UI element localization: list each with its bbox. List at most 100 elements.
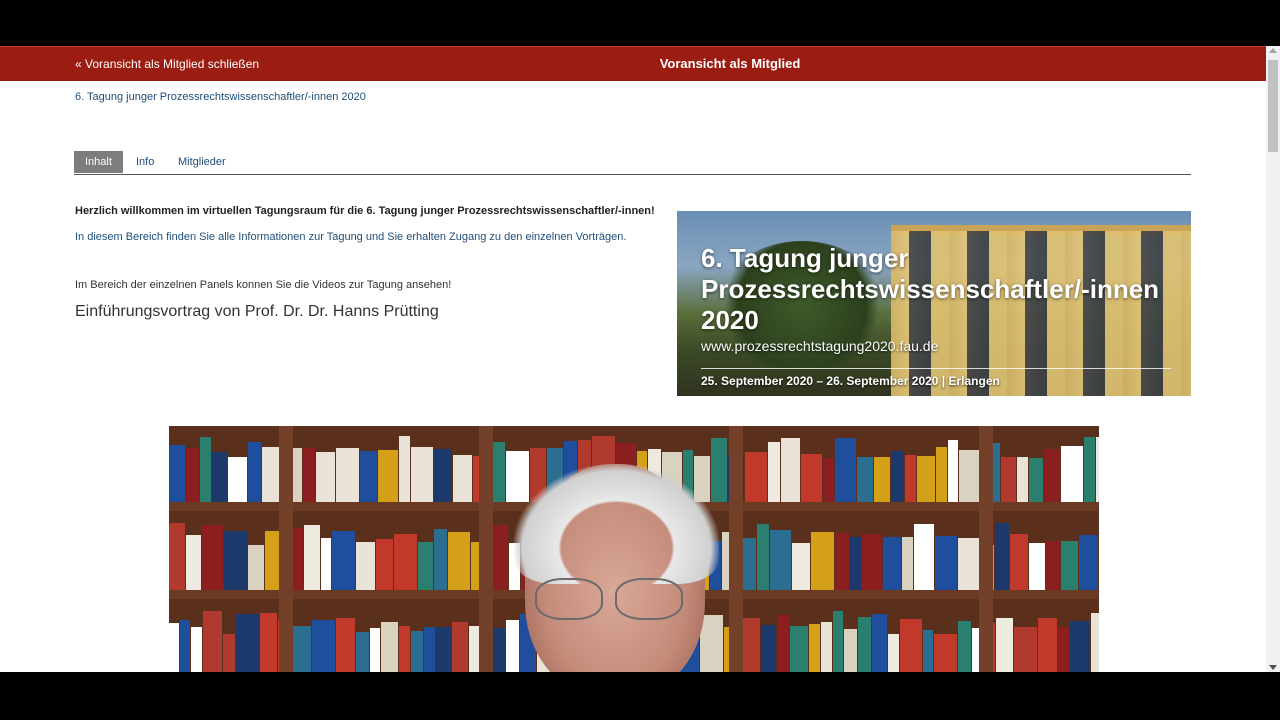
book-spine [411, 631, 423, 672]
book-spine [336, 448, 359, 502]
speaker-glasses [535, 578, 685, 620]
book-spine [200, 437, 211, 502]
intro-text: In diesem Bereich finden Sie alle Inform… [75, 231, 627, 243]
book-spine [700, 615, 723, 672]
book-spine [1091, 613, 1099, 672]
breadcrumb[interactable]: 6. Tagung junger Prozessrechtswissenscha… [75, 91, 366, 103]
book-spine [312, 620, 335, 672]
book-spine [236, 614, 259, 672]
book-spine [858, 617, 871, 672]
scroll-down-arrow-icon[interactable] [1269, 665, 1277, 670]
book-spine [790, 626, 808, 672]
book-spine [448, 532, 470, 590]
book-spine [180, 620, 190, 672]
book-spine [761, 625, 776, 672]
book-spine [248, 442, 261, 502]
book-spine [935, 536, 957, 590]
book-spine [360, 451, 377, 502]
book-spine [996, 618, 1013, 672]
shelf-post [729, 426, 743, 672]
book-spine [745, 452, 767, 502]
book-spine [224, 531, 247, 590]
book-spine [809, 624, 820, 672]
lecture-video[interactable] [169, 426, 1099, 672]
book-spine [1010, 534, 1028, 590]
book-spine [336, 618, 355, 672]
book-spine [434, 529, 447, 590]
book-spine [743, 538, 756, 590]
book-spine [948, 440, 958, 502]
book-spine [995, 523, 1009, 590]
book-spine [844, 629, 857, 672]
book-spine [900, 619, 922, 672]
book-spine [905, 455, 916, 502]
book-spine [303, 448, 315, 502]
book-spine [453, 455, 472, 502]
book-spine [399, 436, 410, 502]
book-spine [186, 448, 199, 502]
book-spine [862, 534, 882, 590]
book-spine [356, 542, 375, 590]
book-spine [891, 451, 904, 502]
book-spine [821, 622, 832, 672]
book-spine [835, 438, 856, 502]
book-spine [934, 634, 957, 672]
book-spine [212, 452, 227, 502]
book-spine [857, 457, 873, 502]
book-spine [321, 538, 331, 590]
book-spine [959, 450, 979, 502]
tab-inhalt[interactable]: Inhalt [74, 151, 123, 173]
book-spine [186, 535, 201, 590]
scrollbar-thumb[interactable] [1268, 60, 1278, 152]
book-spine [169, 523, 185, 590]
book-spine [917, 456, 935, 502]
tab-bar: Inhalt Info Mitglieder [74, 151, 1191, 175]
preview-title: Voransicht als Mitglied [659, 56, 801, 71]
book-spine [777, 615, 789, 672]
book-spine [169, 623, 179, 672]
book-spine [1029, 543, 1045, 590]
book-spine [381, 622, 398, 672]
book-spine [874, 457, 890, 502]
book-spine [169, 445, 185, 502]
tab-info[interactable]: Info [125, 151, 165, 173]
book-spine [370, 628, 380, 672]
book-spine [923, 630, 933, 672]
book-spine [506, 620, 519, 672]
book-spine [1061, 541, 1078, 590]
book-spine [781, 438, 800, 502]
book-spine [914, 524, 934, 590]
book-spine [958, 621, 971, 672]
book-spine [452, 622, 468, 672]
book-spine [304, 525, 320, 590]
book-spine [1084, 437, 1095, 502]
book-spine [958, 538, 980, 590]
conference-banner-image: 6. Tagung junger Prozessrechtswissenscha… [677, 211, 1191, 396]
book-spine [424, 627, 435, 672]
book-spine [356, 632, 369, 672]
book-spine [850, 537, 861, 590]
book-spine [888, 634, 899, 672]
book-spine [833, 611, 843, 672]
book-spine [394, 534, 417, 590]
book-spine [902, 537, 913, 590]
scroll-up-arrow-icon[interactable] [1269, 48, 1277, 53]
book-spine [223, 634, 235, 672]
book-spine [399, 626, 410, 672]
book-spine [293, 626, 311, 672]
page-viewport: « Voransicht als Mitglied schließen Vora… [0, 46, 1266, 672]
book-spine [316, 452, 335, 502]
speaker-hair [514, 464, 719, 584]
book-spine [411, 447, 433, 502]
book-spine [1029, 458, 1043, 502]
vertical-scrollbar[interactable] [1266, 46, 1280, 672]
book-spine [1096, 437, 1099, 502]
book-spine [823, 458, 834, 502]
book-spine [872, 614, 887, 672]
shelf-post [279, 426, 293, 672]
tab-mitglieder[interactable]: Mitglieder [167, 151, 237, 173]
book-spine [191, 627, 202, 672]
book-spine [1038, 618, 1057, 672]
book-spine [332, 531, 355, 590]
book-spine [811, 532, 834, 590]
